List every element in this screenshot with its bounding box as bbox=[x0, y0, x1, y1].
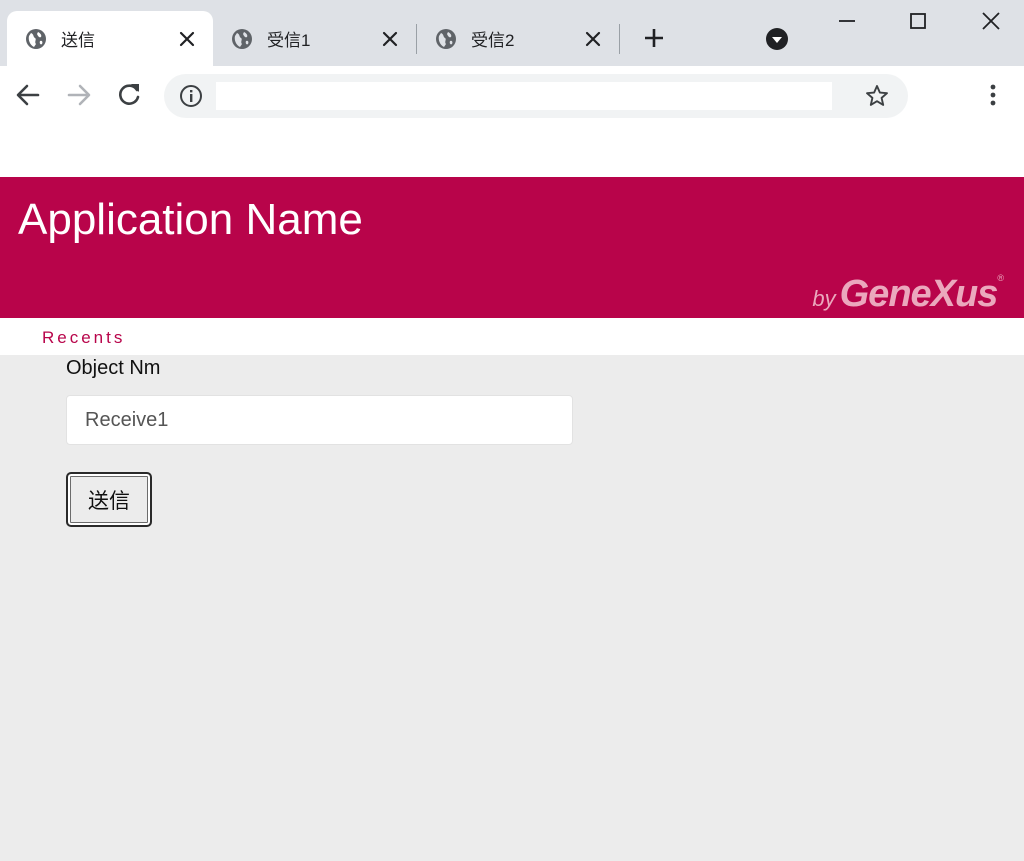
globe-icon bbox=[436, 28, 456, 49]
close-icon[interactable] bbox=[378, 27, 402, 51]
star-icon[interactable] bbox=[864, 83, 890, 109]
tab-separator bbox=[619, 24, 620, 54]
app-header: Application Name by GeneXus® bbox=[0, 177, 1024, 318]
tab-send[interactable]: 送信 bbox=[7, 11, 213, 66]
new-tab-button[interactable] bbox=[640, 24, 668, 52]
tab-search-icon[interactable] bbox=[764, 26, 790, 52]
genexus-logo: by GeneXus® bbox=[812, 273, 1004, 316]
object-nm-label: Object Nm bbox=[66, 357, 161, 379]
tab-title: 受信1 bbox=[267, 31, 311, 50]
address-input[interactable] bbox=[216, 82, 832, 110]
recents-bar: Recents bbox=[0, 318, 1024, 355]
info-icon[interactable] bbox=[178, 83, 204, 109]
page-top-spacer bbox=[0, 126, 1024, 177]
object-nm-input[interactable] bbox=[66, 395, 573, 445]
brand-mark: ® bbox=[997, 273, 1004, 283]
globe-icon bbox=[232, 28, 252, 49]
reload-icon[interactable] bbox=[114, 80, 144, 110]
brand-name: GeneXus bbox=[839, 273, 999, 315]
arrow-left-icon[interactable] bbox=[13, 80, 43, 110]
tab-receive2[interactable]: 受信2 bbox=[417, 11, 619, 66]
tab-title: 受信2 bbox=[471, 31, 515, 50]
tab-title: 送信 bbox=[61, 31, 95, 50]
maximize-icon[interactable] bbox=[905, 8, 931, 34]
browser-tab-strip: 送信 受信1 受信2 bbox=[0, 0, 1024, 66]
brand-by: by bbox=[812, 286, 836, 311]
window-close-icon[interactable] bbox=[978, 8, 1004, 34]
app-title: Application Name bbox=[18, 195, 363, 244]
tab-receive1[interactable]: 受信1 bbox=[213, 11, 416, 66]
send-button[interactable]: 送信 bbox=[66, 472, 152, 527]
plus-icon bbox=[645, 29, 663, 47]
globe-icon bbox=[26, 28, 46, 49]
kebab-menu-icon[interactable] bbox=[980, 80, 1006, 110]
address-bar[interactable] bbox=[164, 74, 908, 118]
minimize-icon[interactable] bbox=[834, 8, 860, 34]
browser-toolbar bbox=[0, 66, 1024, 126]
recents-link[interactable]: Recents bbox=[42, 328, 125, 348]
close-icon[interactable] bbox=[581, 27, 605, 51]
arrow-right-icon[interactable] bbox=[64, 80, 94, 110]
close-icon[interactable] bbox=[175, 27, 199, 51]
